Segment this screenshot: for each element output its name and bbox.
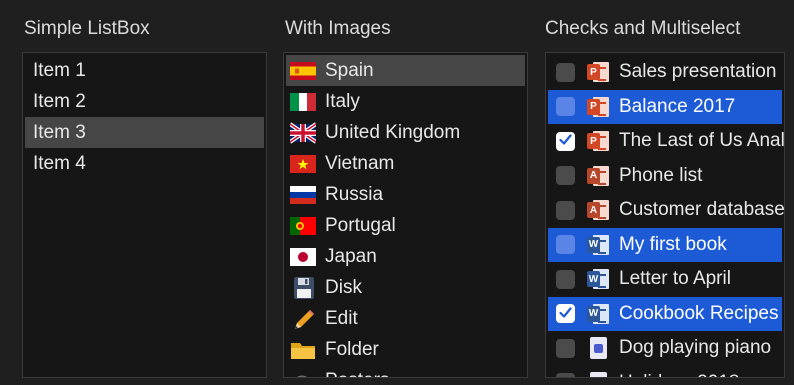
- list-item[interactable]: Item 3: [25, 117, 264, 148]
- checkbox[interactable]: [556, 338, 575, 358]
- checkmark-icon: [559, 130, 572, 152]
- powerpoint-icon: P: [587, 95, 609, 119]
- list-item-label: Disk: [325, 276, 362, 298]
- checkbox[interactable]: [556, 235, 575, 255]
- list-item[interactable]: Item 1: [25, 55, 264, 86]
- list-item-label: Holidays 2018: [619, 372, 739, 377]
- checkbox[interactable]: [556, 166, 575, 186]
- list-item[interactable]: P Balance 2017: [548, 89, 782, 124]
- list-item-italy[interactable]: Italy: [284, 86, 527, 117]
- list-item-edit[interactable]: Edit: [284, 303, 527, 334]
- checkbox[interactable]: [556, 373, 575, 377]
- list-item[interactable]: A Phone list: [548, 159, 782, 194]
- list-item-label: Letter to April: [619, 268, 731, 290]
- flag-italy-icon: [290, 91, 316, 113]
- checkbox[interactable]: [556, 130, 575, 152]
- list-item-label: Balance 2017: [619, 95, 736, 117]
- video-file-icon: [587, 371, 609, 377]
- list-item-label: Item 2: [33, 90, 86, 112]
- list-item-label: Folder: [325, 338, 379, 360]
- list-item-label: Sales presentation: [619, 61, 777, 83]
- checkbox[interactable]: [556, 97, 575, 117]
- audio-file-icon: [587, 336, 609, 360]
- checks-multiselect-title: Checks and Multiselect: [545, 18, 741, 39]
- list-item-label: Vietnam: [325, 152, 395, 174]
- list-item[interactable]: Item 4: [25, 148, 264, 179]
- image-listbox[interactable]: Spain Italy United Kingdom Vietnam Russia Por…: [283, 52, 528, 378]
- checkbox[interactable]: [556, 200, 575, 220]
- list-item-label: Italy: [325, 90, 360, 112]
- checkmark-icon: [559, 303, 572, 325]
- list-item-label: Item 3: [33, 121, 86, 143]
- list-item-united-kingdom[interactable]: United Kingdom: [284, 117, 527, 148]
- list-item-disk[interactable]: Disk: [284, 272, 527, 303]
- list-item-japan[interactable]: Japan: [284, 241, 527, 272]
- list-item-label: Customer database: [619, 199, 785, 221]
- word-icon: W: [587, 233, 609, 257]
- flag-russia-icon: [290, 184, 316, 206]
- list-item[interactable]: W Cookbook Recipes: [548, 296, 782, 331]
- list-item[interactable]: A Customer database: [548, 193, 785, 228]
- with-images-title: With Images: [285, 18, 391, 39]
- list-item[interactable]: Item 2: [25, 86, 264, 117]
- list-item-label: Phone list: [619, 164, 703, 186]
- flag-portugal-icon: [290, 215, 316, 237]
- flag-uk-icon: [290, 121, 316, 144]
- list-item-folder[interactable]: Folder: [284, 334, 527, 365]
- list-item-label: Posters: [325, 370, 389, 378]
- floppy-disk-icon: [290, 276, 316, 299]
- powerpoint-icon: P: [587, 129, 609, 153]
- list-item-label: My first book: [619, 233, 727, 255]
- flag-spain-icon: [290, 60, 316, 82]
- checkbox[interactable]: [556, 62, 575, 82]
- simple-listbox-title: Simple ListBox: [24, 18, 150, 39]
- folder-icon: [290, 339, 316, 361]
- list-item-label: Cookbook Recipes: [619, 302, 779, 324]
- list-item-posters[interactable]: ? Posters: [284, 365, 527, 378]
- access-icon: A: [587, 198, 609, 222]
- list-item[interactable]: Holidays 2018: [548, 366, 782, 377]
- list-item-label: Item 4: [33, 152, 86, 174]
- flag-japan-icon: [290, 246, 316, 268]
- list-item-label: Russia: [325, 183, 384, 205]
- list-item-portugal[interactable]: Portugal: [284, 210, 527, 241]
- list-item-label: Japan: [325, 245, 377, 267]
- list-item-label: Spain: [325, 59, 374, 81]
- simple-listbox[interactable]: Item 1 Item 2 Item 3 Item 4: [22, 52, 267, 378]
- list-item[interactable]: P Sales presentation: [548, 55, 782, 90]
- word-icon: W: [587, 302, 609, 326]
- pencil-icon: [290, 308, 316, 330]
- poster-icon: ?: [290, 370, 316, 377]
- list-item-label: Dog playing piano: [619, 337, 772, 359]
- list-item-label: Edit: [325, 307, 358, 329]
- word-icon: W: [587, 267, 609, 291]
- list-item[interactable]: W Letter to April: [548, 262, 782, 297]
- list-item[interactable]: Dog playing piano: [548, 331, 782, 366]
- flag-vietnam-icon: [290, 153, 316, 175]
- powerpoint-icon: P: [587, 60, 609, 84]
- access-icon: A: [587, 164, 609, 188]
- check-listbox[interactable]: P Sales presentation P Balance 2017 P The Las…: [545, 52, 785, 378]
- list-item[interactable]: W My first book: [548, 227, 782, 262]
- list-item-label: Item 1: [33, 59, 86, 81]
- list-item-label: Portugal: [325, 214, 396, 236]
- checkbox[interactable]: [556, 303, 575, 325]
- list-item-label: United Kingdom: [325, 121, 461, 143]
- list-item-label: The Last of Us Analysis: [619, 130, 785, 152]
- list-item-spain[interactable]: Spain: [286, 55, 525, 86]
- list-item[interactable]: P The Last of Us Analysis: [548, 124, 785, 159]
- checkbox[interactable]: [556, 269, 575, 289]
- list-item-russia[interactable]: Russia: [284, 179, 527, 210]
- list-item-vietnam[interactable]: Vietnam: [284, 148, 527, 179]
